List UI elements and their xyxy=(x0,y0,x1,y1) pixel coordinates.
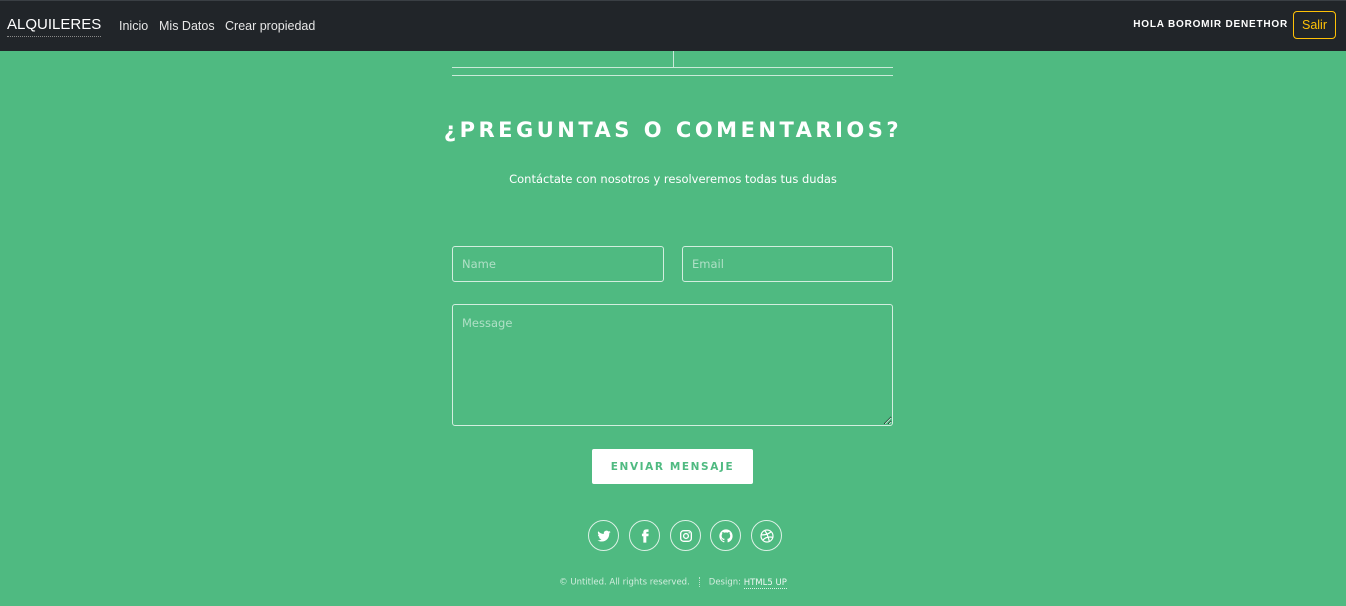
send-message-button[interactable]: ENVIAR MENSAJE xyxy=(592,449,753,484)
nav-link-inicio[interactable]: Inicio xyxy=(119,19,148,33)
name-input[interactable] xyxy=(452,246,664,282)
footer: © Untitled. All rights reserved. Design: … xyxy=(0,577,1346,589)
contact-title: ¿PREGUNTAS O COMENTARIOS? xyxy=(443,118,903,142)
footer-separator xyxy=(698,577,700,587)
message-textarea[interactable] xyxy=(452,304,893,426)
email-input[interactable] xyxy=(682,246,893,282)
design-label: Design: xyxy=(708,577,741,588)
divider-line xyxy=(452,75,893,76)
copyright-text: © Untitled. All rights reserved. xyxy=(559,577,690,588)
logout-button[interactable]: Salir xyxy=(1293,11,1336,39)
contact-subtitle: Contáctate con nosotros y resolveremos t… xyxy=(509,172,837,186)
brand-link[interactable]: ALQUILERES xyxy=(7,16,102,37)
github-icon[interactable] xyxy=(710,520,741,551)
divider-line xyxy=(452,67,893,68)
instagram-icon[interactable] xyxy=(670,520,701,551)
dribbble-icon[interactable] xyxy=(751,520,782,551)
facebook-icon[interactable] xyxy=(629,520,660,551)
navbar: ALQUILERES Inicio Mis Datos Crear propie… xyxy=(0,0,1346,51)
nav-link-mis-datos[interactable]: Mis Datos xyxy=(159,19,215,33)
divider-vertical-line xyxy=(673,51,674,67)
twitter-icon[interactable] xyxy=(588,520,619,551)
section-divider xyxy=(452,51,893,77)
design-credit-link[interactable]: HTML5 UP xyxy=(743,577,787,589)
nav-link-crear-propiedad[interactable]: Crear propiedad xyxy=(225,19,315,33)
user-greeting: HOLA BOROMIR DENETHOR xyxy=(1133,19,1288,30)
